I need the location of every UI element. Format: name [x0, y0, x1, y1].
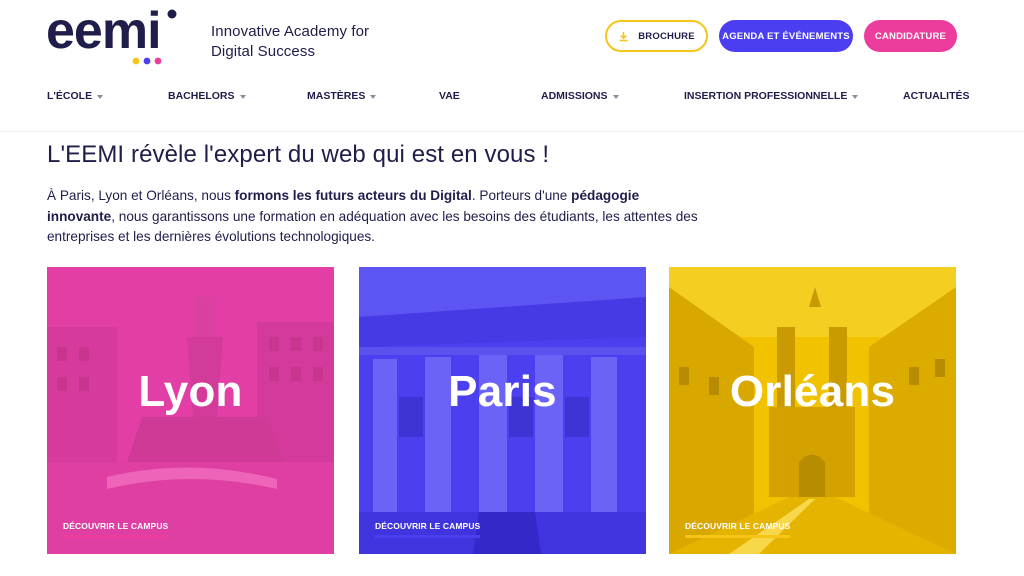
discover-campus-link[interactable]: DÉCOUVRIR LE CAMPUS — [375, 521, 481, 538]
main-nav: L'ÉCOLE BACHELORS MASTÈRES VAE ADMISSION… — [0, 90, 1024, 104]
nav-label: ADMISSIONS — [541, 90, 608, 102]
chevron-down-icon — [612, 94, 619, 99]
site-header: eemi Innovative Academy for Digital Succ… — [0, 0, 1024, 132]
tagline: Innovative Academy for Digital Success — [211, 22, 369, 62]
download-icon — [619, 31, 628, 41]
campus-card-lyon[interactable]: Lyon DÉCOUVRIR LE CAMPUS — [47, 267, 334, 554]
agenda-button[interactable]: AGENDA ET ÉVÉNEMENTS — [719, 20, 853, 52]
nav-item-vae[interactable]: VAE — [439, 90, 460, 102]
nav-label: INSERTION PROFESSIONNELLE — [684, 90, 848, 102]
intro-bold: formons les futurs acteurs du Digital — [234, 188, 472, 203]
nav-label: ACTUALITÉS — [903, 90, 970, 102]
nav-label: BACHELORS — [168, 90, 235, 102]
chevron-down-icon — [239, 94, 246, 99]
campus-city-name: Paris — [448, 367, 557, 416]
candidature-button[interactable]: CANDIDATURE — [864, 20, 957, 52]
discover-campus-link[interactable]: DÉCOUVRIR LE CAMPUS — [685, 521, 791, 538]
intro-text: , nous garantissons une formation en adé… — [47, 208, 698, 245]
nav-item-ecole[interactable]: L'ÉCOLE — [47, 90, 104, 102]
campus-card-orleans[interactable]: Orléans DÉCOUVRIR LE CAMPUS — [669, 267, 956, 554]
intro-paragraph: À Paris, Lyon et Orléans, nous formons l… — [47, 186, 707, 248]
brochure-label: BROCHURE — [638, 30, 695, 42]
discover-campus-link[interactable]: DÉCOUVRIR LE CAMPUS — [63, 521, 169, 538]
nav-item-admissions[interactable]: ADMISSIONS — [541, 90, 619, 102]
agenda-label: AGENDA ET ÉVÉNEMENTS — [722, 30, 850, 42]
page-headline: L'EEMI révèle l'expert du web qui est en… — [47, 141, 550, 168]
chevron-down-icon — [852, 94, 859, 99]
nav-label: VAE — [439, 90, 460, 102]
nav-item-bachelors[interactable]: BACHELORS — [168, 90, 246, 102]
intro-text: À Paris, Lyon et Orléans, nous — [47, 188, 235, 203]
svg-text:eemi: eemi — [46, 8, 161, 60]
campus-card-paris[interactable]: Paris DÉCOUVRIR LE CAMPUS — [359, 267, 646, 554]
nav-label: MASTÈRES — [307, 90, 366, 102]
chevron-down-icon — [370, 94, 377, 99]
nav-item-masteres[interactable]: MASTÈRES — [307, 90, 377, 102]
intro-text: . Porteurs d'une — [471, 188, 572, 203]
campus-city-name: Orléans — [729, 367, 896, 416]
tagline-line-1: Innovative Academy for — [211, 23, 370, 40]
campus-city-name: Lyon — [138, 367, 243, 416]
brochure-button[interactable]: BROCHURE — [605, 20, 708, 52]
candidature-label: CANDIDATURE — [874, 30, 947, 42]
nav-item-actualites[interactable]: ACTUALITÉS — [903, 90, 970, 102]
eemi-logo[interactable]: eemi — [46, 8, 188, 66]
tagline-line-2: Digital Success — [211, 43, 316, 60]
chevron-down-icon — [97, 94, 104, 99]
nav-label: L'ÉCOLE — [47, 90, 93, 102]
nav-item-insertion[interactable]: INSERTION PROFESSIONNELLE — [684, 90, 859, 102]
